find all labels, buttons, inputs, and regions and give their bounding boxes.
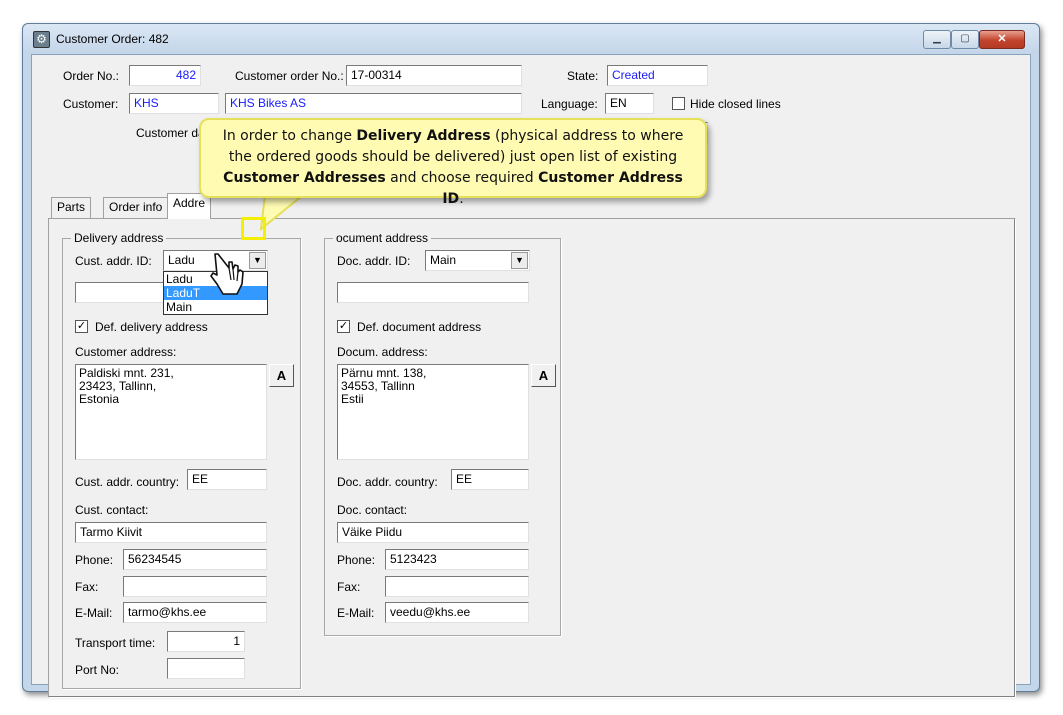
addresses-tab-panel: Delivery address Cust. addr. ID: Ladu ▼ …	[48, 218, 1016, 698]
doc-fax-label: Fax:	[337, 580, 361, 594]
customer-order-no-field[interactable]: 17-00314	[346, 65, 522, 86]
doc-addr-country-field[interactable]: EE	[451, 469, 529, 490]
doc-addr-country-label: Doc. addr. country:	[337, 475, 438, 489]
callout-bold-customer-addresses: Customer Addresses	[223, 170, 386, 186]
phone-field[interactable]: 56234545	[123, 549, 267, 570]
callout-text: .	[459, 191, 464, 207]
doc-phone-field[interactable]: 5123423	[385, 549, 529, 570]
cust-addr-id-label: Cust. addr. ID:	[75, 254, 152, 268]
document-address-group: ocument address Doc. addr. ID: Main ▼ ✓ …	[324, 231, 561, 636]
customer-order-no-label: Customer order No.:	[235, 69, 344, 83]
doc-phone-label: Phone:	[337, 553, 376, 567]
maximize-button[interactable]: ▢	[951, 30, 979, 49]
phone-label: Phone:	[75, 553, 114, 567]
customer-da-label: Customer da	[136, 126, 205, 140]
hide-closed-lines-checkbox[interactable]	[672, 97, 685, 110]
tab-order-info[interactable]: Order info	[103, 197, 169, 218]
def-delivery-address-label: Def. delivery address	[95, 320, 208, 334]
delivery-address-group: Delivery address Cust. addr. ID: Ladu ▼ …	[62, 231, 301, 689]
docum-address-label: Docum. address:	[337, 345, 428, 359]
tutorial-callout: In order to change Delivery Address (phy…	[199, 118, 707, 207]
delivery-address-group-title: Delivery address	[71, 231, 167, 245]
chevron-down-icon[interactable]: ▼	[249, 252, 266, 269]
callout-pointer	[259, 195, 305, 232]
hand-cursor-icon	[210, 253, 244, 295]
def-delivery-address-checkbox[interactable]: ✓	[75, 320, 88, 333]
def-document-address-checkbox[interactable]: ✓	[337, 320, 350, 333]
gear-icon: ⚙	[33, 31, 50, 48]
fax-label: Fax:	[75, 580, 99, 594]
order-no-field[interactable]: 482	[129, 65, 201, 86]
callout-text: and choose required	[385, 170, 539, 186]
document-address-name-field[interactable]	[337, 282, 529, 303]
hide-closed-lines-label: Hide closed lines	[690, 97, 781, 111]
port-no-label: Port No:	[75, 663, 120, 677]
callout-bold-delivery-address: Delivery Address	[356, 128, 491, 144]
dropdown-arrow-highlight	[241, 217, 266, 240]
order-no-label: Order No.:	[63, 69, 120, 83]
cust-addr-country-label: Cust. addr. country:	[75, 475, 180, 489]
doc-email-label: E-Mail:	[337, 606, 375, 620]
customer-code-field[interactable]: KHS	[129, 93, 219, 114]
customer-address-label: Customer address:	[75, 345, 177, 359]
doc-addr-id-label: Doc. addr. ID:	[337, 254, 411, 268]
doc-contact-label: Doc. contact:	[337, 503, 408, 517]
title-bar[interactable]: ⚙ Customer Order: 482 ▁ ▢ ✕	[23, 24, 1039, 54]
document-address-group-title: ocument address	[333, 231, 432, 245]
email-field[interactable]: tarmo@khs.ee	[123, 602, 267, 623]
chevron-down-icon[interactable]: ▼	[511, 252, 528, 269]
doc-fax-field[interactable]	[385, 576, 529, 597]
state-field[interactable]: Created	[607, 65, 708, 86]
language-label: Language:	[541, 97, 598, 111]
transport-time-label: Transport time:	[75, 636, 156, 650]
email-label: E-Mail:	[75, 606, 113, 620]
callout-text: In order to change	[222, 128, 357, 144]
doc-contact-field[interactable]: Väike Piidu	[337, 522, 529, 543]
def-document-address-label: Def. document address	[357, 320, 482, 334]
doc-addr-id-value: Main	[430, 253, 457, 267]
fax-field[interactable]	[123, 576, 267, 597]
language-field[interactable]: EN	[605, 93, 654, 114]
dropdown-option-main[interactable]: Main	[164, 300, 267, 314]
state-label: State:	[567, 69, 599, 83]
cust-addr-id-value: Ladu	[168, 253, 195, 267]
address-a-button[interactable]: A	[269, 364, 294, 387]
customer-name-field[interactable]: KHS Bikes AS	[225, 93, 522, 114]
doc-address-a-button[interactable]: A	[531, 364, 556, 387]
doc-addr-id-combo[interactable]: Main ▼	[425, 250, 530, 271]
customer-label: Customer:	[63, 97, 119, 111]
customer-address-textarea[interactable]: Paldiski mnt. 231, 23423, Tallinn, Eston…	[75, 364, 267, 460]
tab-parts[interactable]: Parts	[51, 197, 92, 218]
port-no-field[interactable]	[167, 658, 245, 679]
close-button[interactable]: ✕	[979, 30, 1025, 49]
cust-contact-field[interactable]: Tarmo Kiivit	[75, 522, 267, 543]
doc-email-field[interactable]: veedu@khs.ee	[385, 602, 529, 623]
cust-addr-country-field[interactable]: EE	[187, 469, 267, 490]
transport-time-field[interactable]: 1	[167, 631, 245, 652]
cust-contact-label: Cust. contact:	[75, 503, 149, 517]
docum-address-textarea[interactable]: Pärnu mnt. 138, 34553, Tallinn Estii	[337, 364, 529, 460]
minimize-button[interactable]: ▁	[923, 30, 951, 49]
window-title: Customer Order: 482	[56, 32, 169, 46]
